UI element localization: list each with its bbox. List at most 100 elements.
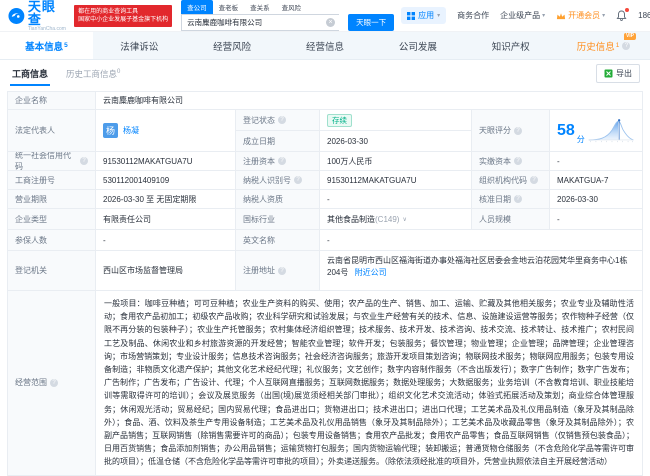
info-icon[interactable] <box>50 378 58 387</box>
reg-status-cell: 存续 <box>320 110 472 131</box>
info-icon[interactable] <box>278 157 286 165</box>
tab-basic-info[interactable]: 基本信息 5 <box>0 32 93 59</box>
english-name-value: - <box>320 230 643 251</box>
tab-legal-litigation[interactable]: 法律诉讼 <box>93 32 186 59</box>
paid-capital-label-text: 实缴资本 <box>479 156 511 166</box>
industry-value[interactable]: 其他食品制造 (C149) ∨ <box>320 209 472 230</box>
tab-history-info[interactable]: VIP 历史信息 1 <box>557 32 650 59</box>
tab-operating-info-label: 经营信息 <box>306 41 345 53</box>
subtab-business-info[interactable]: 工商信息 <box>10 61 51 86</box>
staff-size-label: 人员规模 <box>472 209 550 230</box>
staff-size-value: - <box>550 209 643 230</box>
search-tab-risk[interactable]: 查风险 <box>276 0 308 14</box>
tab-intellectual-property[interactable]: 知识产权 <box>464 32 557 59</box>
legal-rep-name-link[interactable]: 杨凝 <box>123 125 139 136</box>
taxpayer-id-value: 91530112MAKATGUA7U <box>320 171 472 190</box>
subtab-history-count: 0 <box>117 68 121 75</box>
business-cooperation-link[interactable]: 商务合作 <box>457 10 489 21</box>
reg-status-label-text: 登记状态 <box>243 115 275 125</box>
search-tabs: 查公司 查老板 查关系 查风险 <box>181 0 394 14</box>
chevron-down-icon: ∨ <box>402 216 407 223</box>
tianyancha-logo[interactable]: 天眼查 TianYanCha.com <box>8 0 67 32</box>
taxpayer-id-label: 纳税人识别号 <box>236 171 320 190</box>
tab-legal-litigation-label: 法律诉讼 <box>120 41 159 53</box>
company-type-value: 有限责任公司 <box>96 209 236 230</box>
info-icon[interactable] <box>514 157 522 165</box>
info-icon[interactable] <box>278 266 286 275</box>
company-name-value: 云南麋鹿咖啡有限公司 <box>96 92 643 110</box>
info-icon[interactable] <box>514 126 522 135</box>
industry-label: 国标行业 <box>236 209 320 230</box>
notification-bell[interactable] <box>616 8 630 21</box>
caret-down-icon: ▾ <box>437 13 441 19</box>
subtab-bar: 工商信息 历史工商信息0 导出 <box>0 60 650 87</box>
info-icon[interactable] <box>514 195 522 203</box>
info-icon[interactable] <box>622 41 631 50</box>
export-button[interactable]: 导出 <box>596 64 640 83</box>
business-info-table: 企业名称 云南麋鹿咖啡有限公司 法定代表人 杨 杨凝 登记状态 存续 成立日期 … <box>7 91 643 476</box>
status-badge: 存续 <box>327 113 352 127</box>
export-button-label: 导出 <box>616 69 632 78</box>
approval-date-value: 2026-03-30 <box>550 190 643 209</box>
info-icon[interactable] <box>278 116 286 124</box>
taxpayer-id-label-text: 纳税人识别号 <box>243 175 291 185</box>
search-tab-company[interactable]: 查公司 <box>181 0 213 14</box>
tianyancha-company-page: { "icons": { "caret_down": "▾", "chevron… <box>0 0 650 476</box>
header-menu: 应用 ▾ 商务合作 企业级产品 ▾ 开通会员 ▾ 186*... ▾ <box>401 7 650 24</box>
tab-operating-info[interactable]: 经营信息 <box>279 32 372 59</box>
promo-line1: 都在用的商业查询工具 <box>78 8 139 15</box>
reg-capital-label-text: 注册资本 <box>243 156 275 166</box>
score-unit: 分 <box>576 135 585 144</box>
approval-date-label-text: 核准日期 <box>479 194 511 204</box>
tianyancha-logo-icon <box>8 7 25 24</box>
score-cell[interactable]: 58 分 <box>550 110 643 152</box>
account-menu[interactable]: 186*... ▾ <box>638 11 650 20</box>
registered-address-label: 注册地址 <box>236 251 320 291</box>
search-input[interactable] <box>181 14 340 31</box>
tab-intellectual-property-label: 知识产权 <box>491 41 530 53</box>
crown-icon <box>557 12 566 19</box>
english-name-label: 英文名称 <box>236 230 320 251</box>
open-vip-menu[interactable]: 开通会员 ▾ <box>556 10 605 21</box>
subtab-history-business-info[interactable]: 历史工商信息0 <box>66 68 120 80</box>
search-area: 查公司 查老板 查关系 查风险 × 天眼一下 <box>181 0 395 31</box>
business-scope-label-text: 经营范围 <box>15 378 47 388</box>
tab-company-development[interactable]: 公司发展 <box>371 32 464 59</box>
credit-code-value: 91530112MAKATGUA7U <box>96 152 236 171</box>
approval-date-label: 核准日期 <box>472 190 550 209</box>
tab-operating-risk[interactable]: 经营风险 <box>186 32 279 59</box>
info-icon[interactable] <box>294 176 302 184</box>
info-icon[interactable] <box>530 176 538 184</box>
logo-title: 天眼查 <box>27 0 56 27</box>
status-date-column: 登记状态 存续 成立日期 2026-03-30 <box>236 110 472 152</box>
score-value: 58 <box>557 121 575 139</box>
org-code-label: 组织机构代码 <box>472 171 550 190</box>
est-date-value: 2026-03-30 <box>320 131 472 152</box>
legal-rep-avatar: 杨 <box>103 123 118 138</box>
search-button[interactable]: 天眼一下 <box>348 14 395 31</box>
insured-count-value: - <box>96 230 236 251</box>
reg-status-label: 登记状态 <box>236 110 320 131</box>
logo-subtitle: TianYanCha.com <box>27 25 66 32</box>
reg-number-value: 530112001409109 <box>96 171 236 190</box>
search-tab-boss[interactable]: 查老板 <box>213 0 245 14</box>
subtab-history-label: 历史工商信息 <box>66 68 118 79</box>
business-scope-text: 一般项目：咖啡豆种植；可可豆种植；农业生产资料的购买、使用；农产品的生产、销售、… <box>96 291 643 476</box>
legal-rep-cell: 杨 杨凝 <box>96 110 236 152</box>
apps-menu[interactable]: 应用 ▾ <box>401 7 447 24</box>
caret-down-icon: ▾ <box>542 13 546 19</box>
credit-code-label: 统一社会信用代码 <box>8 152 96 171</box>
info-icon[interactable] <box>80 157 88 165</box>
company-type-label: 企业类型 <box>8 209 96 230</box>
promo-line2: 国家中小企业发展子基金旗下机构 <box>78 16 169 23</box>
apps-menu-label: 应用 <box>418 11 435 20</box>
reg-capital-label: 注册资本 <box>236 152 320 171</box>
enterprise-product-menu[interactable]: 企业级产品 ▾ <box>500 10 545 21</box>
nearby-companies-link[interactable]: 附近公司 <box>355 268 387 277</box>
paid-capital-label: 实缴资本 <box>472 152 550 171</box>
tab-company-development-label: 公司发展 <box>398 41 437 53</box>
search-tab-relation[interactable]: 查关系 <box>244 0 276 14</box>
paid-capital-value: - <box>550 152 643 171</box>
industry-value-text: 其他食品制造 <box>327 214 375 224</box>
registered-address-cell: 云南省昆明市西山区福海街道办事处福海社区居委会金地云泊花园梵华里商务中心1栋20… <box>320 251 643 291</box>
